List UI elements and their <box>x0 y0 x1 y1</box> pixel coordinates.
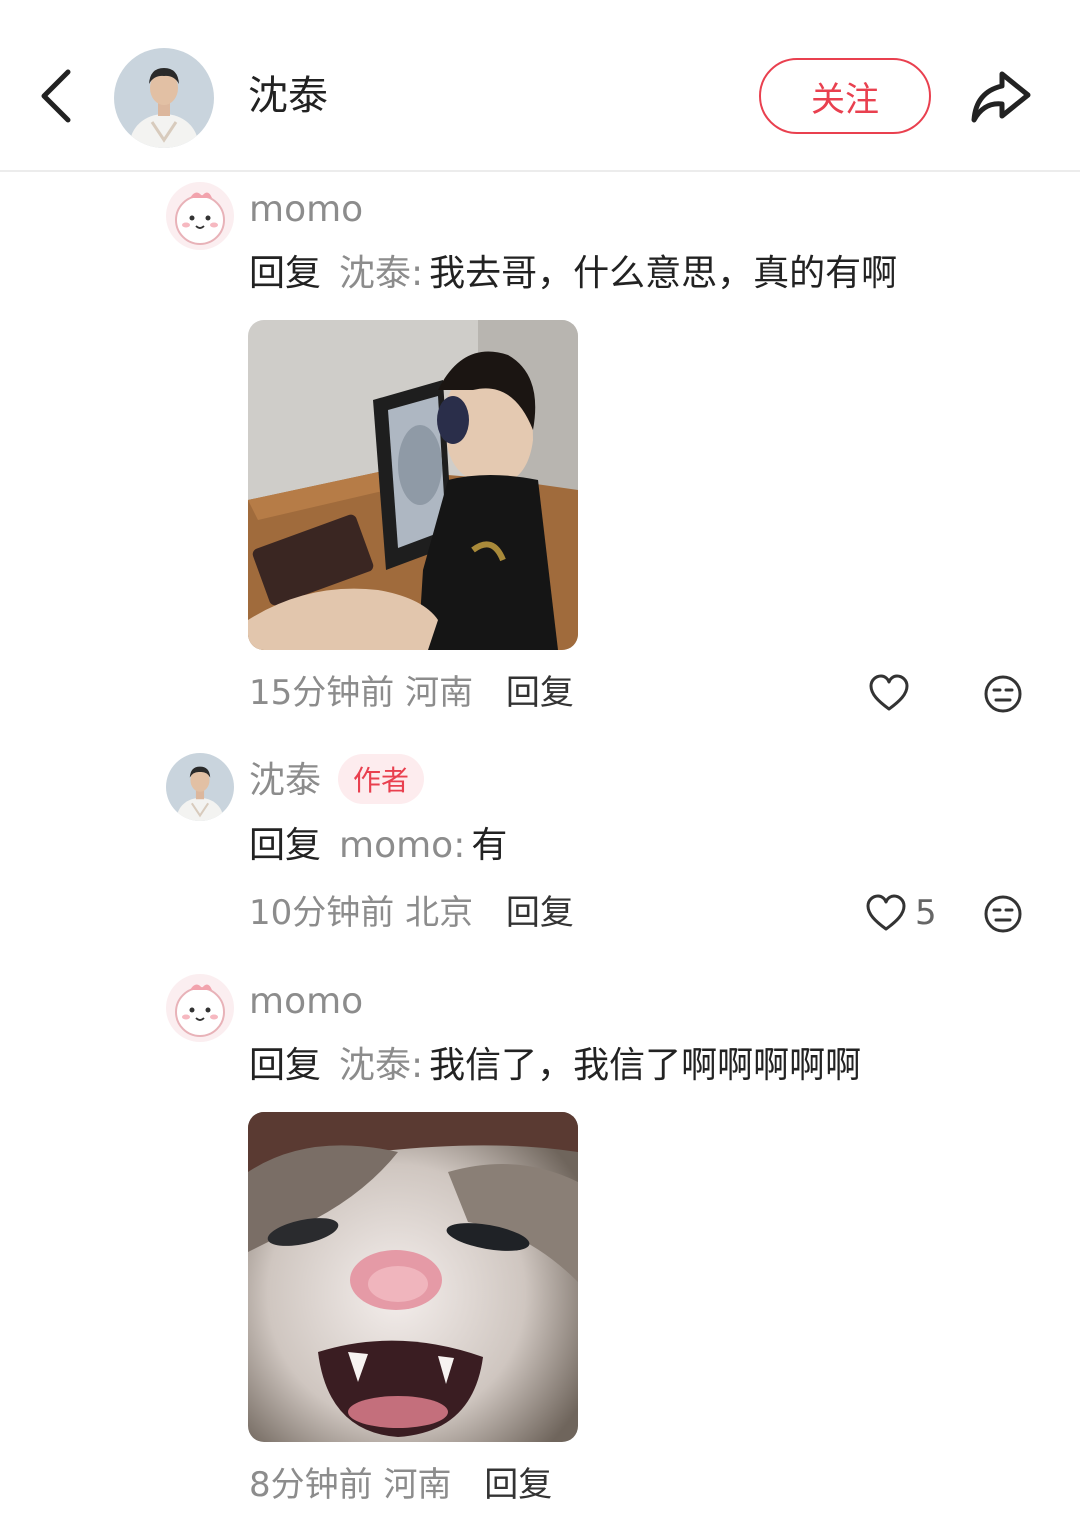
comment-image[interactable] <box>248 1112 578 1442</box>
comment-time: 8分钟前 <box>249 1465 373 1505</box>
reply-target[interactable]: momo: <box>339 825 465 866</box>
comment-image[interactable] <box>248 320 578 650</box>
reply-keyword: 回复 <box>249 253 322 294</box>
comment-meta: 15分钟前 河南 回复 <box>249 671 574 715</box>
comment-text: 回复 沈泰: 我去哥，什么意思，真的有啊 <box>249 250 897 298</box>
comment-meta: 10分钟前 北京 回复 <box>249 891 574 935</box>
reply-keyword: 回复 <box>249 1045 322 1086</box>
follow-button[interactable]: 关注 <box>759 58 931 134</box>
comment-meta: 8分钟前 河南 回复 <box>249 1463 552 1507</box>
dislike-face-icon[interactable] <box>983 674 1023 714</box>
comment-location: 北京 <box>405 893 474 933</box>
header-username[interactable]: 沈泰 <box>248 70 328 122</box>
comment-time: 15分钟前 <box>249 673 395 713</box>
header-avatar[interactable] <box>114 48 214 148</box>
reply-button[interactable]: 回复 <box>506 673 574 713</box>
comment-username[interactable]: 沈泰 <box>249 759 321 803</box>
avatar[interactable] <box>166 753 234 821</box>
dislike-face-icon[interactable] <box>983 894 1023 934</box>
chevron-left-icon[interactable] <box>30 64 80 128</box>
reply-keyword: 回复 <box>249 825 322 866</box>
top-bar: 沈泰 关注 <box>0 0 1080 172</box>
reply-target[interactable]: 沈泰: <box>339 1045 423 1086</box>
reply-button[interactable]: 回复 <box>506 893 574 933</box>
comment-body: 有 <box>471 825 508 866</box>
reply-target[interactable]: 沈泰: <box>339 253 423 294</box>
comment-text: 回复 沈泰: 我信了，我信了啊啊啊啊啊 <box>249 1042 861 1090</box>
avatar[interactable] <box>166 974 234 1042</box>
share-arrow-icon[interactable] <box>966 64 1034 128</box>
comment-time: 10分钟前 <box>249 893 395 933</box>
reply-button[interactable]: 回复 <box>484 1465 552 1505</box>
comment-username[interactable]: momo <box>249 188 363 232</box>
comment-location: 河南 <box>383 1465 452 1505</box>
author-badge: 作者 <box>338 754 424 804</box>
heart-icon[interactable] <box>865 893 907 933</box>
avatar[interactable] <box>166 182 234 250</box>
heart-icon[interactable] <box>868 673 910 713</box>
comment-username[interactable]: momo <box>249 980 363 1024</box>
comment-body: 我去哥，什么意思，真的有啊 <box>429 253 898 294</box>
comment-location: 河南 <box>405 673 474 713</box>
comment-body: 我信了，我信了啊啊啊啊啊 <box>429 1045 862 1086</box>
like-count: 5 <box>915 893 937 933</box>
comment-text: 回复 momo: 有 <box>249 822 507 870</box>
